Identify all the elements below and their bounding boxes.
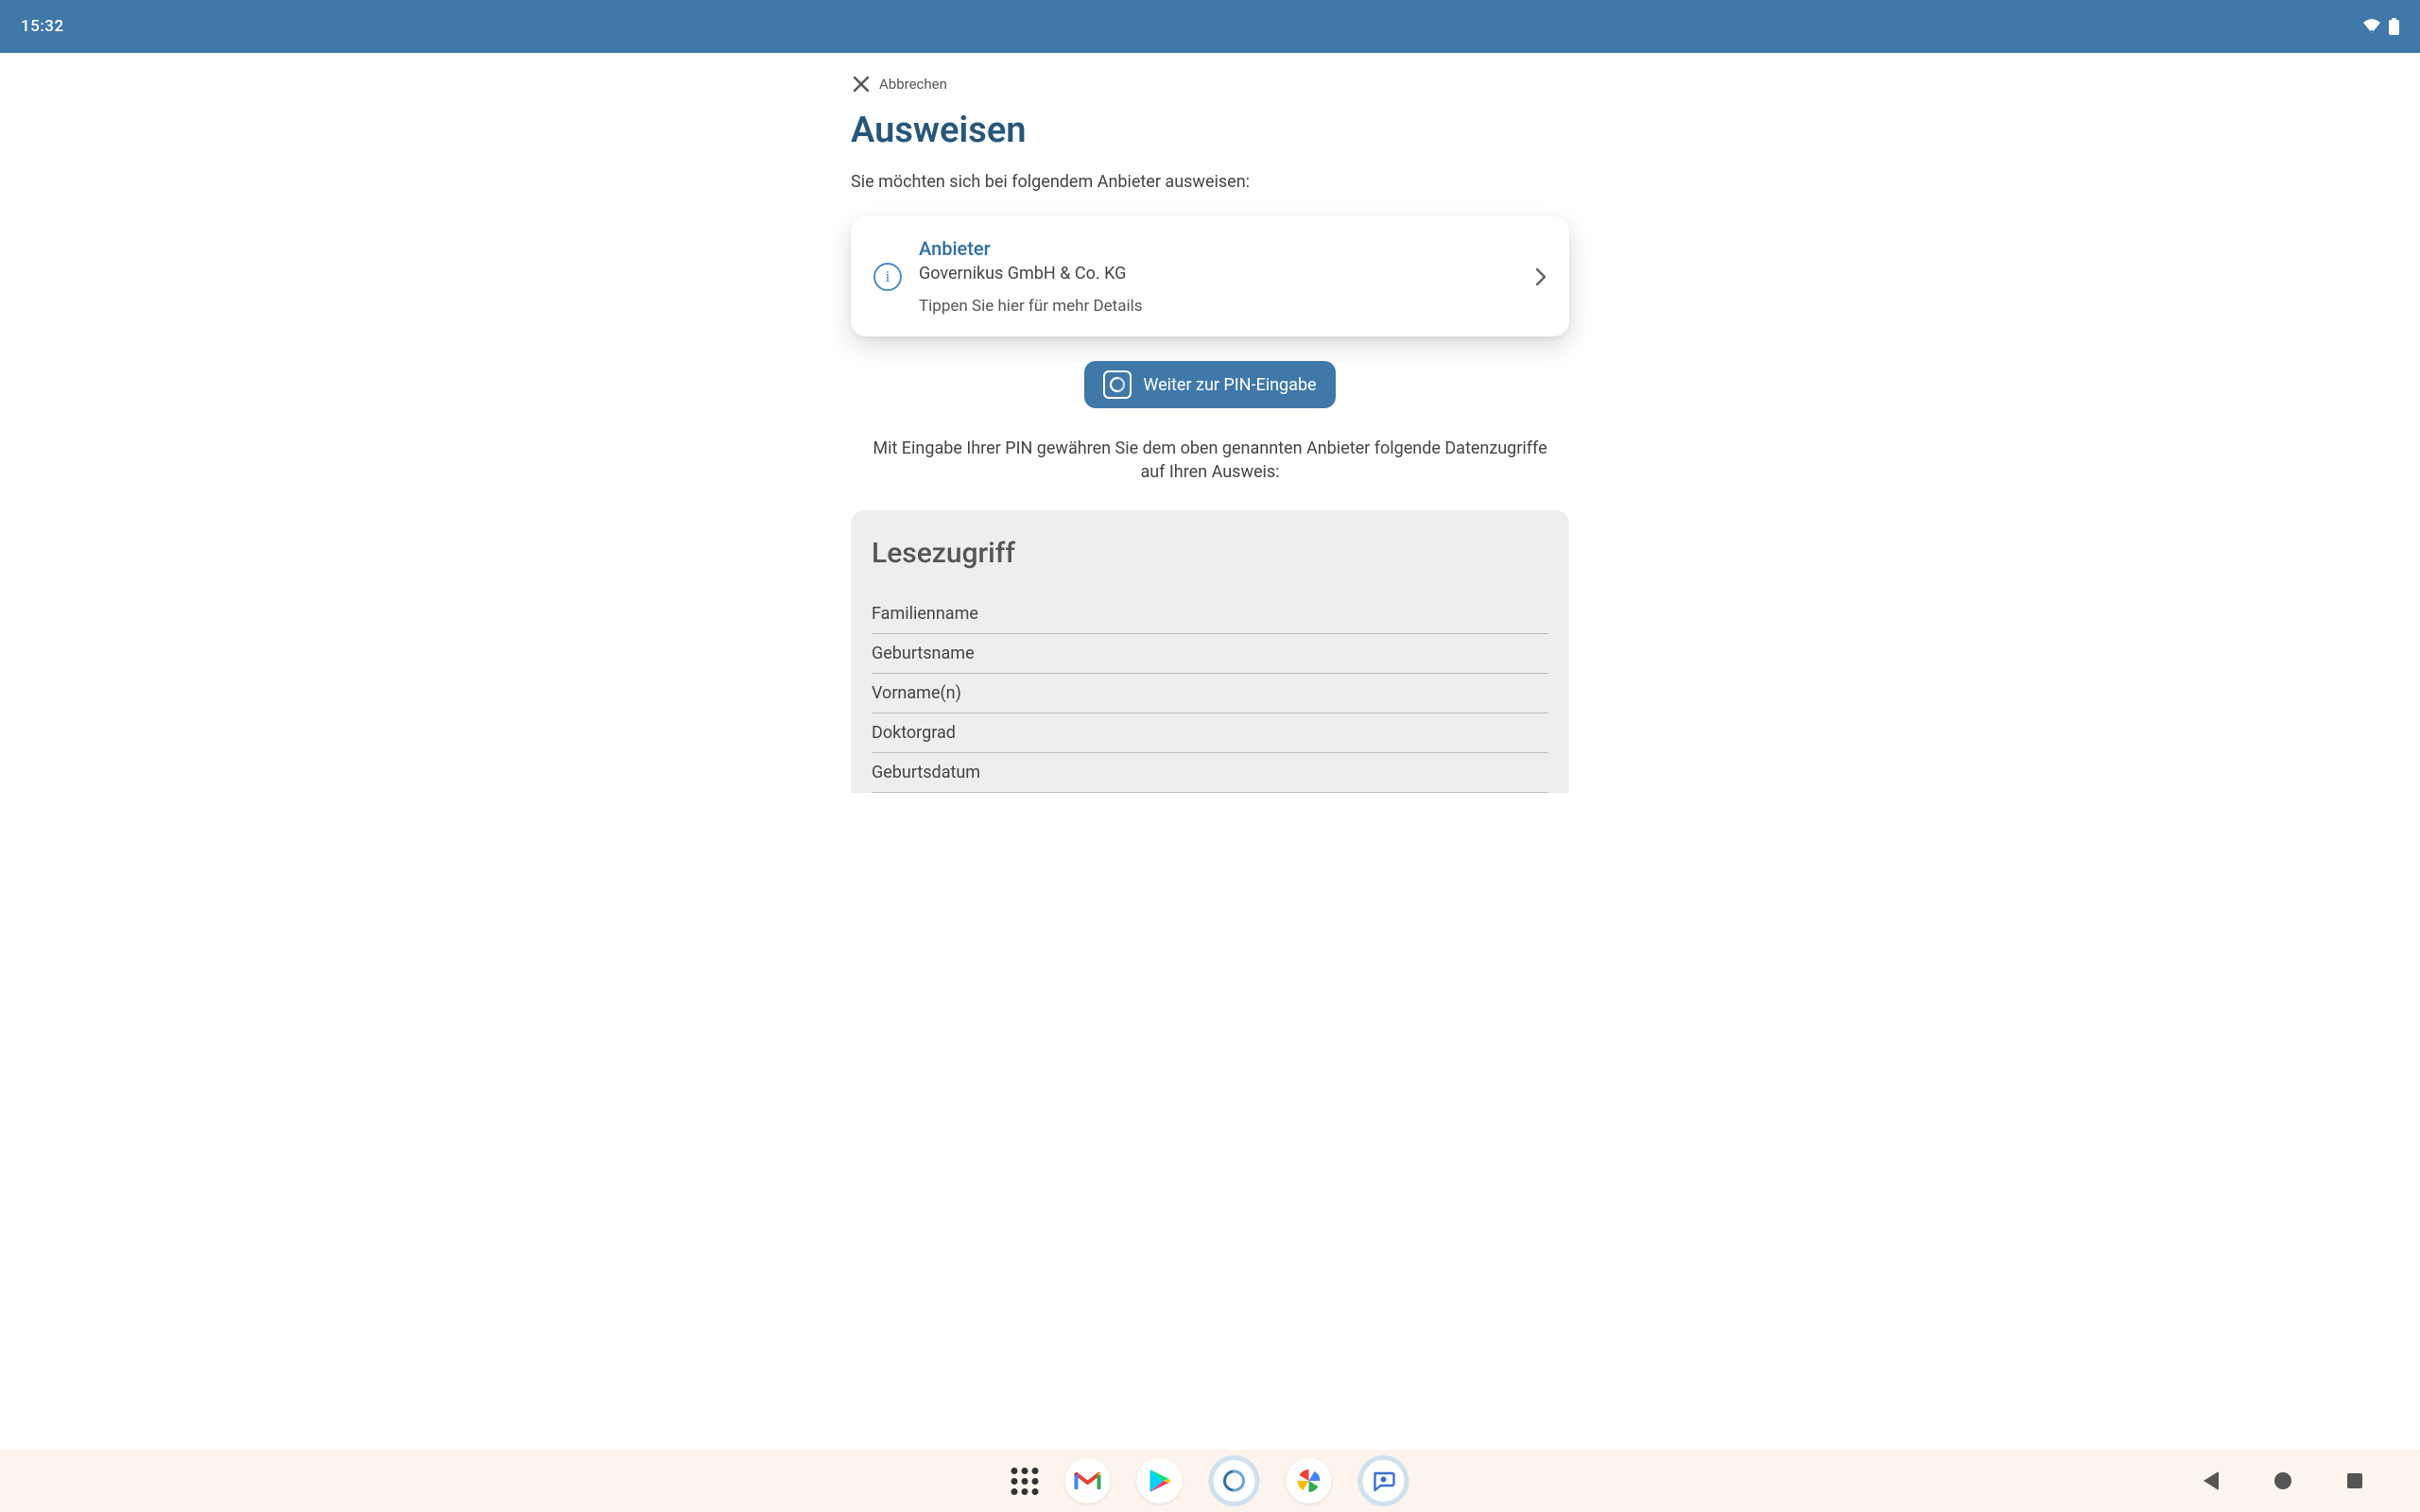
read-access-panel: Lesezugriff Familienname Geburtsname Vor… xyxy=(851,510,1569,793)
continue-pin-button[interactable]: Weiter zur PIN-Eingabe xyxy=(1084,361,1335,408)
list-item: Familienname xyxy=(872,594,1548,634)
ausweis-app-icon[interactable] xyxy=(1209,1455,1260,1506)
provider-card[interactable]: i Anbieter Governikus GmbH & Co. KG Tipp… xyxy=(851,216,1569,336)
provider-label: Anbieter xyxy=(919,237,1518,260)
app-drawer-icon[interactable] xyxy=(1011,1468,1039,1495)
status-bar: 15:32 xyxy=(0,0,2420,53)
list-item: Geburtsdatum xyxy=(872,753,1548,793)
messages-app-icon[interactable] xyxy=(1358,1455,1409,1506)
wifi-icon xyxy=(2362,19,2381,34)
app-dock xyxy=(1011,1455,1409,1506)
page-subtitle: Sie möchten sich bei folgendem Anbieter … xyxy=(851,172,1569,192)
cta-label: Weiter zur PIN-Eingabe xyxy=(1143,375,1316,395)
provider-hint: Tippen Sie hier für mehr Details xyxy=(919,297,1518,316)
read-access-list: Familienname Geburtsname Vorname(n) Dokt… xyxy=(872,594,1548,793)
list-item: Doktorgrad xyxy=(872,713,1548,753)
main-content: Abbrechen Ausweisen Sie möchten sich bei… xyxy=(0,53,2420,793)
battery-icon xyxy=(2389,18,2399,35)
cancel-label: Abbrechen xyxy=(879,76,947,93)
nav-home-button[interactable] xyxy=(2274,1472,2291,1489)
android-nav-buttons xyxy=(2203,1472,2363,1489)
list-item: Geburtsname xyxy=(872,634,1548,674)
gmail-app-icon[interactable] xyxy=(1065,1458,1111,1503)
nav-recents-button[interactable] xyxy=(2346,1472,2363,1489)
info-text: Mit Eingabe Ihrer PIN gewähren Sie dem o… xyxy=(868,437,1552,484)
provider-name: Governikus GmbH & Co. KG xyxy=(919,264,1518,284)
nav-back-button[interactable] xyxy=(2203,1472,2220,1489)
status-icons xyxy=(2362,18,2399,35)
play-store-app-icon[interactable] xyxy=(1137,1458,1183,1503)
info-icon: i xyxy=(873,263,902,291)
cancel-button[interactable]: Abbrechen xyxy=(853,76,1569,93)
system-navigation-bar xyxy=(0,1450,2420,1512)
ausweis-app-icon xyxy=(1103,370,1132,399)
photos-app-icon[interactable] xyxy=(1287,1458,1332,1503)
status-time: 15:32 xyxy=(21,17,64,36)
close-icon xyxy=(853,76,870,93)
chevron-right-icon xyxy=(1535,267,1547,286)
read-access-heading: Lesezugriff xyxy=(872,537,1548,570)
list-item: Vorname(n) xyxy=(872,674,1548,713)
page-title: Ausweisen xyxy=(851,110,1569,151)
